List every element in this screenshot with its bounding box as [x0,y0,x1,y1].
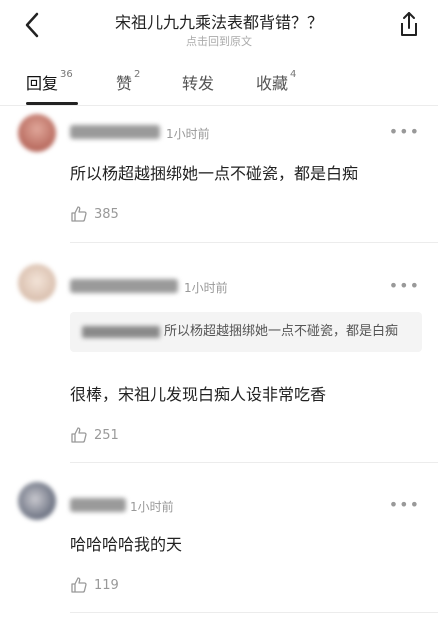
tab-reposts-label: 转发 [182,74,215,93]
back-to-original-link[interactable]: 点击回到原文 [60,33,378,49]
comment-text: 哈哈哈哈我的天 [70,535,183,554]
tab-favorites[interactable]: 收藏 4 [256,68,297,94]
like-count: 251 [94,427,119,443]
tab-likes-label: 赞 [116,74,133,93]
comment-time: 1小时前 [130,500,174,514]
more-dots-icon[interactable]: ••• [389,495,420,514]
comment-time: 1小时前 [184,281,228,295]
divider [70,462,438,463]
avatar[interactable] [18,482,56,520]
thumbs-up-icon [71,577,87,593]
more-dots-icon[interactable]: ••• [389,276,420,295]
username[interactable] [70,279,178,293]
quoted-username [82,325,160,338]
quoted-comment[interactable]: 所以杨超越捆绑她一点不碰瓷，都是白痴 [70,312,422,352]
like-button[interactable]: 119 [70,576,119,594]
username[interactable] [70,498,126,512]
tab-favorites-label: 收藏 [256,74,289,93]
username[interactable] [70,125,160,139]
tab-replies-count: 36 [60,68,73,80]
comment-time: 1小时前 [166,127,210,141]
comment-text: 很棒，宋祖儿发现白痴人设非常吃香 [70,385,327,404]
tab-likes[interactable]: 赞2 [116,68,141,94]
back-arrow-icon[interactable] [18,10,48,40]
divider [70,242,438,243]
like-button[interactable]: 385 [70,205,119,223]
tab-replies[interactable]: 回复 36 [26,68,73,94]
quoted-text: 所以杨超越捆绑她一点不碰瓷，都是白痴 [164,324,399,339]
like-count: 385 [94,206,119,222]
divider [70,612,438,613]
thumbs-up-icon [71,427,87,443]
tab-favorites-count: 4 [290,68,297,80]
top-bar: 宋祖儿九九乘法表都背错？？ 点击回到原文 [0,0,438,56]
thumbs-up-icon [71,206,87,222]
like-button[interactable]: 251 [70,426,119,444]
comment-text: 所以杨超越捆绑她一点不碰瓷，都是白痴 [70,164,359,183]
share-icon[interactable] [394,10,424,40]
avatar[interactable] [18,264,56,302]
tab-likes-count: 2 [134,68,141,80]
tab-reposts[interactable]: 转发 [182,70,214,94]
active-tab-indicator [26,102,78,105]
tab-bar: 回复 36 赞2 转发 收藏 4 [0,62,438,106]
like-count: 119 [94,577,119,593]
avatar[interactable] [18,114,56,152]
more-dots-icon[interactable]: ••• [389,122,420,141]
post-title[interactable]: 宋祖儿九九乘法表都背错？？ [60,9,378,33]
tab-replies-label: 回复 [26,74,59,93]
